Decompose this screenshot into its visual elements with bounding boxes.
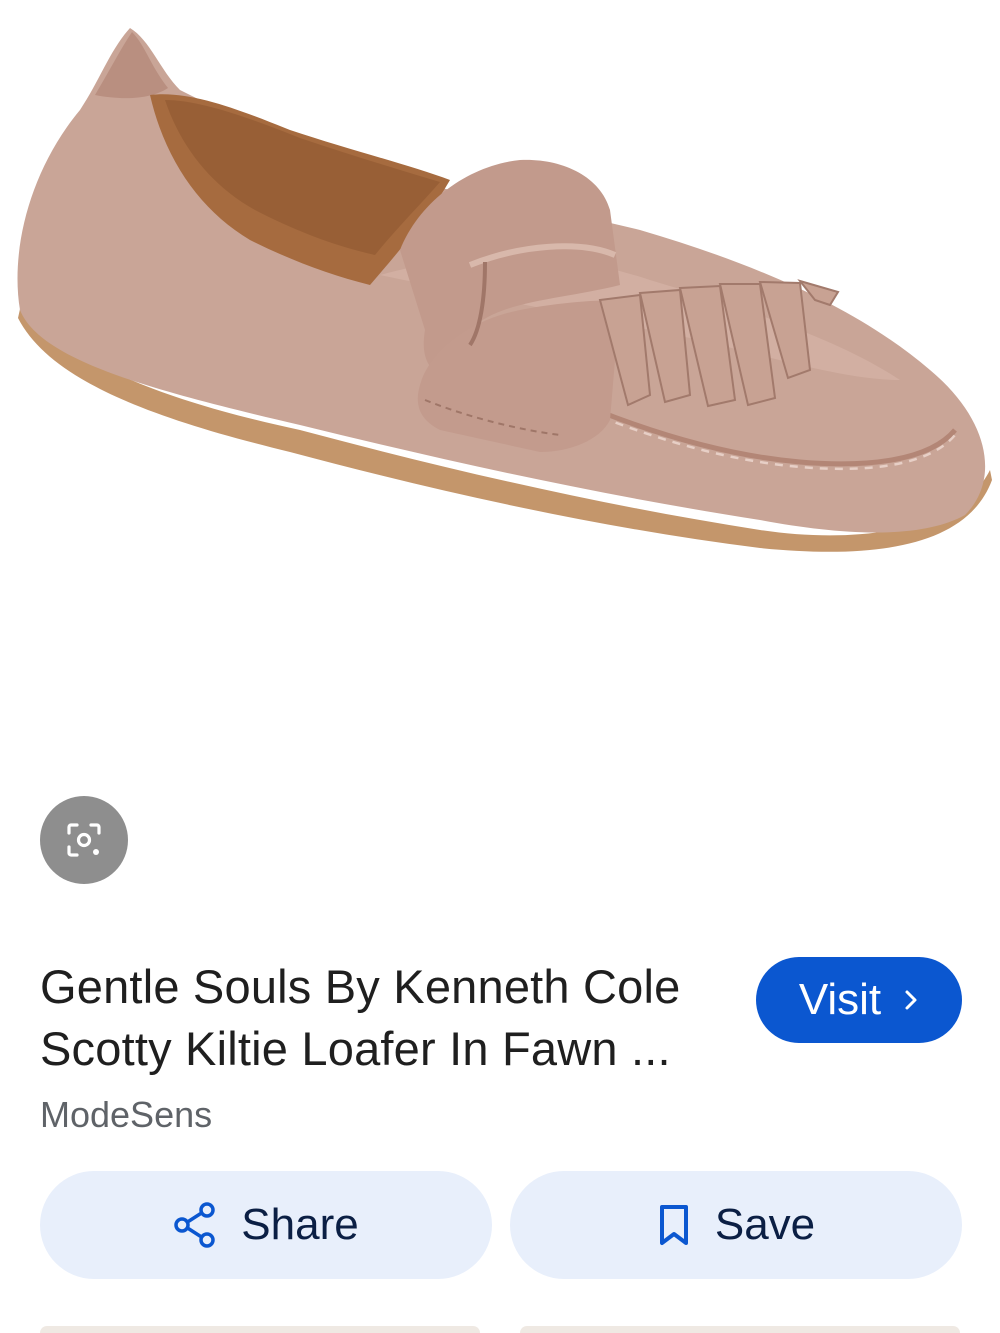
visit-button[interactable]: Visit <box>756 957 962 1043</box>
chevron-right-icon <box>905 990 917 1010</box>
source-site: ModeSens <box>40 1094 213 1135</box>
next-result-card-left <box>40 1326 480 1333</box>
visit-label: Visit <box>798 975 882 1024</box>
product-title[interactable]: Gentle Souls By Kenneth Cole Scotty Kilt… <box>40 956 740 1080</box>
product-title-line-1: Gentle Souls By Kenneth Cole <box>40 960 681 1013</box>
save-label: Save <box>714 1200 816 1249</box>
product-image[interactable] <box>0 0 1000 780</box>
bookmark-icon <box>659 1205 688 1245</box>
share-label: Share <box>241 1200 359 1249</box>
lens-icon <box>67 823 101 857</box>
next-result-preview <box>40 1326 960 1333</box>
product-title-line-2: Scotty Kiltie Loafer In Fawn ... <box>40 1022 671 1075</box>
lens-search-button[interactable] <box>40 796 128 884</box>
loafer-illustration <box>17 28 992 552</box>
next-result-card-right <box>520 1326 960 1333</box>
save-button[interactable]: Save <box>510 1171 962 1279</box>
share-button[interactable]: Share <box>40 1171 492 1279</box>
share-icon <box>174 1202 216 1248</box>
